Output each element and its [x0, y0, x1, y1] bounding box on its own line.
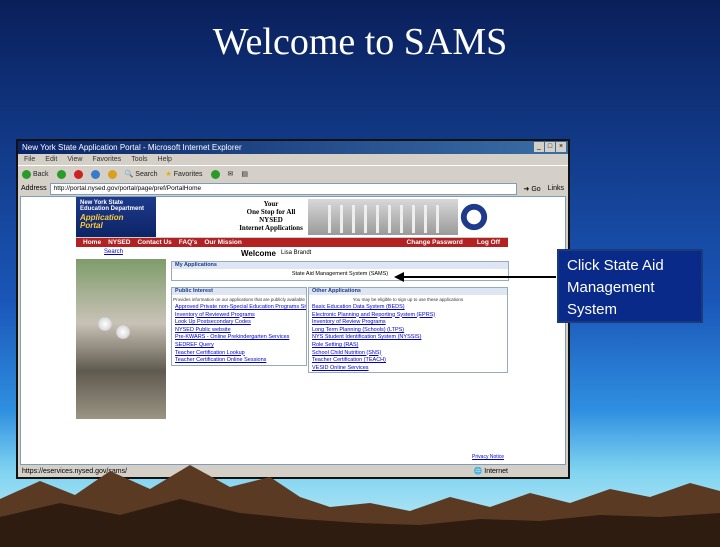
other-applications-title: Other Applications	[309, 288, 507, 295]
side-photo	[76, 259, 166, 419]
menu-edit[interactable]: Edit	[45, 154, 57, 165]
tagline: Your One Stop for All NYSED Internet App…	[239, 200, 303, 232]
public-link[interactable]: Approved Private non-Special Education P…	[172, 304, 306, 312]
public-link[interactable]: Teacher Certification Lookup	[172, 350, 306, 358]
address-label: Address	[21, 185, 47, 192]
close-icon[interactable]: ×	[556, 142, 566, 152]
public-link[interactable]: Look Up Postsecondary Codes	[172, 319, 306, 327]
slide-title: Welcome to SAMS	[212, 21, 508, 63]
menu-tools[interactable]: Tools	[131, 154, 147, 165]
window-controls: _ □ ×	[534, 142, 566, 152]
print-icon[interactable]: ▤	[241, 170, 248, 178]
home-icon[interactable]	[107, 169, 117, 179]
search-icon: 🔍	[124, 171, 134, 178]
user-name: Lisa Brandt	[281, 250, 312, 256]
other-link[interactable]: School Child Nutrition (SNS)	[309, 350, 507, 358]
other-link[interactable]: NYS Student Identification System (NYSSI…	[309, 334, 507, 342]
menu-help[interactable]: Help	[158, 154, 172, 165]
public-link[interactable]: Teacher Certification Online Sessions	[172, 357, 306, 365]
other-applications-note: You may be eligible to sign up to use th…	[352, 297, 464, 302]
nav-nysed[interactable]: NYSED	[108, 239, 130, 246]
other-link[interactable]: VESID Online Services	[309, 365, 507, 373]
page-viewport: New York State Education Department Appl…	[20, 196, 566, 465]
stop-icon[interactable]	[73, 169, 83, 179]
nav-home[interactable]: Home	[83, 239, 101, 246]
logo-text: Application Portal	[80, 213, 124, 230]
toolbar: Back 🔍 Search ★ Favorites ✉ ▤	[18, 165, 568, 182]
star-icon: ★	[165, 171, 172, 178]
back-button[interactable]: Back	[22, 169, 49, 179]
go-button[interactable]: ➜ Go	[520, 185, 545, 193]
nav-log-off[interactable]: Log Off	[477, 238, 500, 247]
dept-name: New York State Education Department	[80, 200, 145, 212]
welcome-row: Search Welcome Lisa Brandt	[76, 247, 508, 259]
minimize-icon[interactable]: _	[534, 142, 544, 152]
refresh-icon[interactable]	[90, 169, 100, 179]
other-link[interactable]: Teacher Certification (TEACH)	[309, 357, 507, 365]
other-applications-box: Other Applications You may be eligible t…	[308, 287, 508, 374]
nav-change-password[interactable]: Change Password	[407, 238, 463, 247]
menu-favorites[interactable]: Favorites	[92, 154, 121, 165]
nav-contact[interactable]: Contact Us	[137, 239, 171, 246]
browser-title: New York State Application Portal - Micr…	[22, 143, 242, 152]
mountain-range	[0, 465, 720, 547]
other-link[interactable]: Role Setting (RAS)	[309, 342, 507, 350]
public-link[interactable]: SEDREF Query	[172, 342, 306, 350]
nav-faq[interactable]: FAQ's	[179, 239, 198, 246]
public-interest-box: Public Interest Provides information on …	[171, 287, 307, 366]
my-applications-box: My Applications State Aid Management Sys…	[171, 261, 509, 281]
portal-banner: New York State Education Department Appl…	[76, 197, 508, 238]
history-icon[interactable]	[210, 169, 220, 179]
portal-logo[interactable]: New York State Education Department Appl…	[76, 197, 156, 237]
browser-window: New York State Application Portal - Micr…	[16, 139, 570, 479]
sams-link[interactable]: State Aid Management System (SAMS)	[172, 269, 508, 279]
other-link[interactable]: Long Term Planning (Schools) (LTPS)	[309, 327, 507, 335]
other-link[interactable]: Electronic Planning and Reporting System…	[309, 312, 507, 320]
mail-icon[interactable]: ✉	[228, 170, 234, 178]
my-applications-title: My Applications	[172, 262, 508, 269]
browser-titlebar: New York State Application Portal - Micr…	[18, 141, 568, 154]
maximize-icon[interactable]: □	[545, 142, 555, 152]
state-seal-icon	[459, 199, 489, 235]
portal-page: New York State Education Department Appl…	[76, 197, 509, 464]
public-link[interactable]: Pre-KWARS - Online Prekindergarten Servi…	[172, 334, 306, 342]
other-link[interactable]: Basic Education Data System (BEDS)	[309, 304, 507, 312]
public-link[interactable]: NYSED Public website	[172, 327, 306, 335]
public-interest-note: Provides information on our applications…	[173, 297, 305, 302]
address-input[interactable]: http://portal.nysed.gov/portal/page/pref…	[49, 182, 517, 195]
menu-view[interactable]: View	[67, 154, 82, 165]
links-button[interactable]: Links	[548, 185, 568, 192]
portal-search-link[interactable]: Search	[104, 249, 123, 255]
other-link[interactable]: Inventory of Review Programs	[309, 319, 507, 327]
public-interest-title: Public Interest	[172, 288, 306, 295]
address-bar: Address http://portal.nysed.gov/portal/p…	[18, 182, 568, 195]
favorites-button[interactable]: ★ Favorites	[165, 170, 202, 179]
welcome-label: Welcome	[241, 249, 276, 258]
building-photo	[308, 199, 458, 235]
public-link[interactable]: Inventory of Reviewed Programs	[172, 312, 306, 320]
back-arrow-icon	[22, 169, 31, 179]
callout-box: Click State Aid Management System	[557, 249, 703, 323]
menu-bar: File Edit View Favorites Tools Help	[18, 154, 568, 165]
menu-file[interactable]: File	[24, 154, 35, 165]
nav-mission[interactable]: Our Mission	[204, 239, 242, 246]
portal-nav: Home NYSED Contact Us FAQ's Our Mission …	[76, 238, 508, 247]
search-button[interactable]: 🔍 Search	[124, 170, 158, 179]
forward-arrow-icon[interactable]	[56, 169, 66, 179]
